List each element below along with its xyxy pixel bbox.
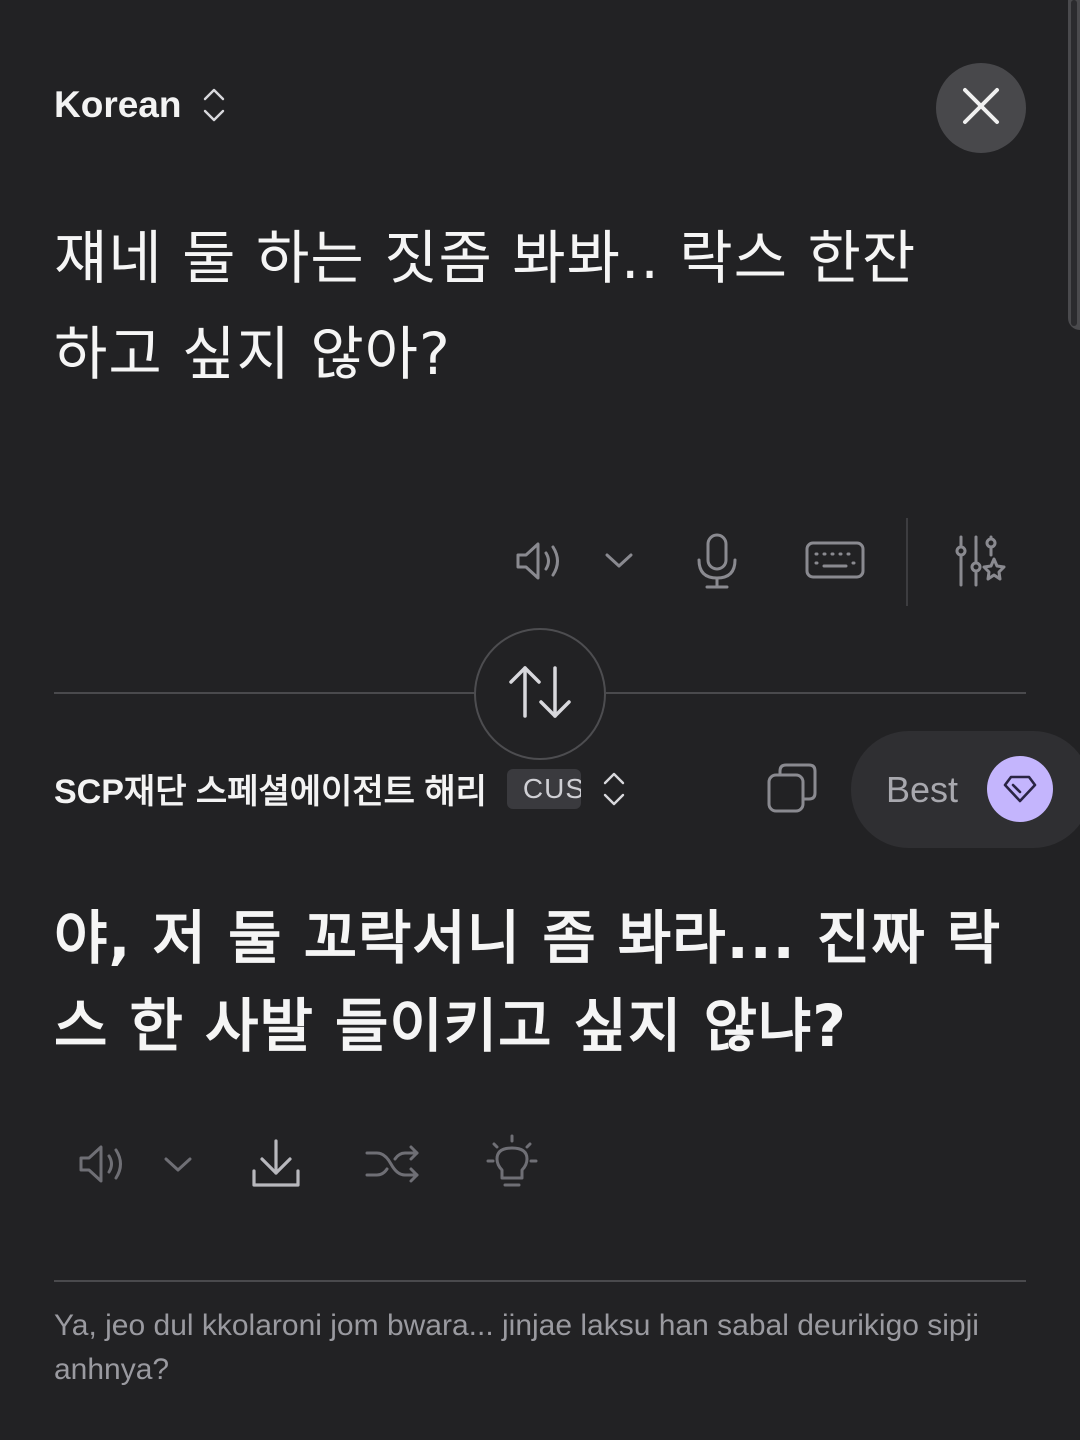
download-icon (250, 1137, 302, 1195)
close-button[interactable] (936, 63, 1026, 153)
divider-right (606, 692, 1026, 694)
swap-languages-button[interactable] (474, 628, 606, 760)
target-language-selector[interactable]: SCP재단 스페셜에이전트 해리 CUS (54, 764, 625, 813)
quality-mode-label: Best (886, 769, 959, 810)
divider-left (54, 692, 474, 694)
translation-toolbar (70, 1134, 560, 1199)
settings-button[interactable] (950, 534, 1010, 592)
chevron-up-down-icon (603, 771, 625, 807)
romanization-text: Ya, jeo dul kkolaroni jom bwara... jinja… (54, 1309, 979, 1386)
sliders-star-icon (952, 533, 1008, 593)
quality-mode-toggle[interactable]: Best (851, 731, 1080, 848)
toolbar-separator (906, 518, 908, 606)
swap-arrows-icon (507, 664, 573, 724)
translation-output: 야, 저 둘 꼬락서니 좀 봐라... 진짜 락 스 한 사발 들이키고 싶지 … (54, 894, 1044, 1070)
translation-line: 야, 저 둘 꼬락서니 좀 봐라... 진짜 락 (54, 904, 1002, 972)
translation-voice-dropdown[interactable] (162, 1153, 194, 1181)
target-language-label: SCP재단 스페셜에이전트 해리 (54, 773, 487, 811)
lightbulb-icon (485, 1134, 539, 1196)
close-icon (961, 86, 1001, 130)
microphone-icon (695, 532, 739, 594)
source-language-label: Korean (54, 84, 182, 125)
source-text-input[interactable]: 쟤네 둘 하는 짓좀 봐봐.. 락스 한잔 하고 싶지 않아? (54, 210, 1014, 402)
speaker-icon (77, 1141, 129, 1191)
source-toolbar (510, 518, 1030, 608)
listen-button[interactable] (510, 536, 570, 590)
microphone-button[interactable] (693, 532, 741, 594)
shuffle-icon (365, 1141, 421, 1191)
chevron-down-icon (164, 1157, 192, 1177)
download-button[interactable] (248, 1137, 304, 1195)
keyboard-icon (805, 540, 865, 584)
diamond-icon (987, 756, 1053, 822)
scrollbar[interactable] (1068, 0, 1080, 330)
source-text-line: 하고 싶지 않아? (54, 320, 451, 388)
chevron-down-icon (605, 553, 633, 573)
voice-options-dropdown[interactable] (602, 548, 636, 578)
listen-translation-button[interactable] (76, 1139, 130, 1193)
explain-button[interactable] (484, 1134, 540, 1196)
romanization-divider (54, 1280, 1026, 1282)
copy-icon (765, 761, 819, 819)
shuffle-button[interactable] (364, 1141, 422, 1191)
keyboard-button[interactable] (804, 540, 866, 584)
source-language-selector[interactable]: Korean (54, 84, 225, 126)
source-text-line: 쟤네 둘 하는 짓좀 봐봐.. 락스 한잔 (54, 224, 917, 292)
translator-screen: Korean 쟤네 둘 하는 짓좀 봐봐.. 락스 한잔 하고 싶지 않아? S… (0, 0, 1080, 1440)
translation-line: 스 한 사발 들이키고 싶지 않냐? (54, 992, 847, 1060)
chevron-up-down-icon (203, 87, 225, 123)
custom-badge: CUS (506, 768, 581, 809)
speaker-icon (514, 538, 566, 588)
copy-button[interactable] (762, 760, 822, 820)
